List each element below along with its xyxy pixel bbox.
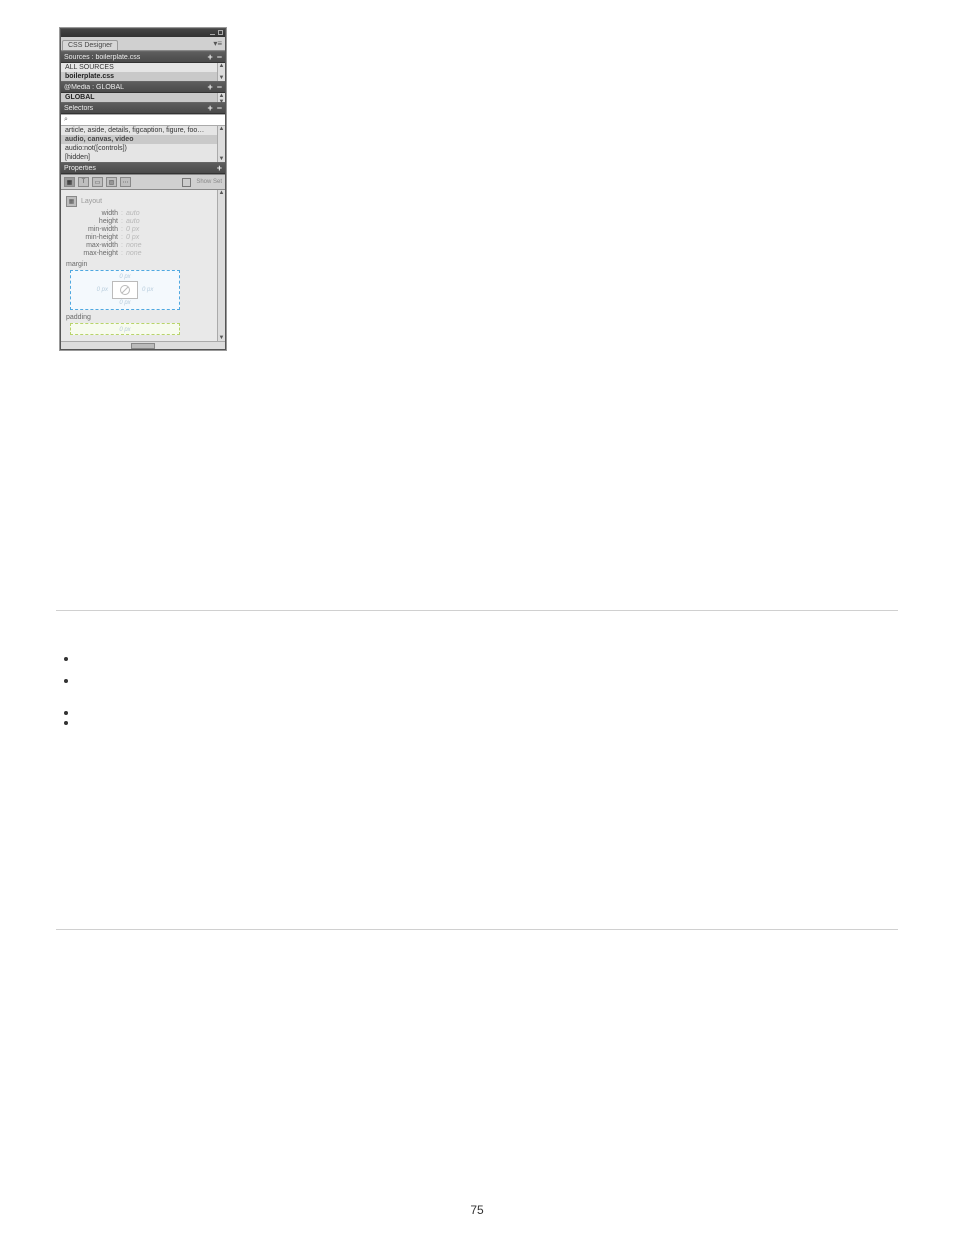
sources-header-label: Sources : boilerplate.css	[64, 54, 140, 61]
layout-section-label: Layout	[81, 198, 102, 205]
panel-horizontal-scrollbar[interactable]	[61, 341, 225, 349]
border-category-icon[interactable]: ▭	[92, 177, 103, 187]
tab-css-designer[interactable]: CSS Designer	[62, 40, 118, 50]
scroll-up-icon[interactable]: ▲	[219, 126, 225, 132]
media-list: GLOBAL ▲ ▼	[61, 93, 225, 102]
add-media-button[interactable]: +	[207, 83, 212, 91]
properties-header-label: Properties	[64, 165, 96, 172]
panel-titlebar[interactable]	[61, 29, 225, 37]
media-header-label: @Media : GLOBAL	[64, 84, 124, 91]
remove-media-button[interactable]: −	[217, 83, 222, 91]
show-set-checkbox[interactable]	[182, 178, 191, 187]
sources-header: Sources : boilerplate.css + −	[61, 51, 225, 63]
selector-item[interactable]: audio:not([controls])	[61, 144, 225, 153]
scroll-down-icon[interactable]: ▼	[219, 99, 225, 105]
list-item	[78, 673, 898, 677]
add-source-button[interactable]: +	[207, 53, 212, 61]
background-category-icon[interactable]: ▨	[106, 177, 117, 187]
add-property-button[interactable]: +	[217, 164, 222, 172]
scroll-up-icon[interactable]: ▲	[219, 63, 225, 69]
list-item	[78, 651, 898, 655]
selector-item[interactable]: [hidden]	[61, 153, 225, 162]
source-item-all[interactable]: ALL SOURCES	[61, 63, 225, 72]
prop-row-max-width[interactable]: max-width:none	[66, 242, 220, 249]
margin-right-value[interactable]: 0 px	[138, 287, 157, 293]
prop-row-width[interactable]: width:auto	[66, 210, 220, 217]
properties-header: Properties +	[61, 162, 225, 174]
add-selector-button[interactable]: +	[207, 104, 212, 112]
properties-category-bar: ▦ T ▭ ▨ ⋯ Show Set	[61, 174, 225, 190]
source-item-boilerplate[interactable]: boilerplate.css	[61, 72, 225, 81]
properties-scrollbar[interactable]: ▲ ▼	[217, 190, 225, 341]
collapse-icon[interactable]	[210, 30, 215, 35]
margin-label: margin	[66, 261, 220, 268]
selectors-header-label: Selectors	[64, 105, 93, 112]
list-item	[78, 715, 898, 719]
sources-scrollbar[interactable]: ▲ ▼	[217, 63, 225, 81]
media-scrollbar[interactable]: ▲ ▼	[217, 93, 225, 102]
expand-icon[interactable]	[218, 30, 223, 35]
scrollbar-thumb[interactable]	[131, 343, 155, 349]
show-set-label: Show Set	[196, 179, 222, 185]
scroll-up-icon[interactable]: ▲	[219, 190, 225, 196]
more-category-icon[interactable]: ⋯	[120, 177, 131, 187]
text-category-icon[interactable]: T	[78, 177, 89, 187]
remove-selector-button[interactable]: −	[217, 104, 222, 112]
sources-list: ALL SOURCES boilerplate.css ▲ ▼	[61, 63, 225, 81]
padding-top-value[interactable]: 0 px	[118, 326, 131, 334]
prop-row-min-height[interactable]: min-height:0 px	[66, 234, 220, 241]
layout-category-icon[interactable]: ▦	[64, 177, 75, 187]
search-icon: ⌕	[64, 116, 68, 123]
selectors-scrollbar[interactable]: ▲ ▼	[217, 126, 225, 162]
margin-top-value[interactable]: 0 px	[118, 273, 131, 281]
selectors-list: article, aside, details, figcaption, fig…	[61, 126, 225, 162]
properties-body: ▦ Layout width:auto height:auto min-widt…	[61, 190, 225, 341]
section-divider	[56, 929, 898, 930]
css-designer-panel: CSS Designer ▾≡ Sources : boilerplate.cs…	[60, 28, 226, 350]
panel-tab-strip: CSS Designer ▾≡	[61, 37, 225, 51]
padding-label: padding	[66, 314, 220, 321]
media-header: @Media : GLOBAL + −	[61, 81, 225, 93]
selector-item[interactable]: audio, canvas, video	[61, 135, 225, 144]
padding-box-model[interactable]: 0 px	[70, 323, 180, 335]
scroll-down-icon[interactable]: ▼	[219, 156, 225, 162]
margin-bottom-value[interactable]: 0 px	[118, 299, 131, 307]
selectors-search[interactable]: ⌕	[61, 114, 225, 126]
scroll-down-icon[interactable]: ▼	[219, 75, 225, 81]
margin-box-model[interactable]: 0 px 0 px 0 px 0 px	[70, 270, 180, 310]
page-number: 75	[0, 1203, 954, 1217]
bullet-list	[78, 651, 898, 719]
section-divider	[56, 610, 898, 611]
prop-row-height[interactable]: height:auto	[66, 218, 220, 225]
remove-source-button[interactable]: −	[217, 53, 222, 61]
media-item-global[interactable]: GLOBAL	[61, 93, 225, 102]
prop-row-min-width[interactable]: min-width:0 px	[66, 226, 220, 233]
selectors-header: Selectors + −	[61, 102, 225, 114]
prop-row-max-height[interactable]: max-height:none	[66, 250, 220, 257]
layout-section-icon: ▦	[66, 196, 77, 207]
list-item	[78, 705, 898, 709]
margin-link-icon[interactable]	[112, 281, 138, 299]
selector-item[interactable]: article, aside, details, figcaption, fig…	[61, 126, 225, 135]
panel-menu-icon[interactable]: ▾≡	[213, 37, 222, 50]
margin-left-value[interactable]: 0 px	[93, 287, 112, 293]
